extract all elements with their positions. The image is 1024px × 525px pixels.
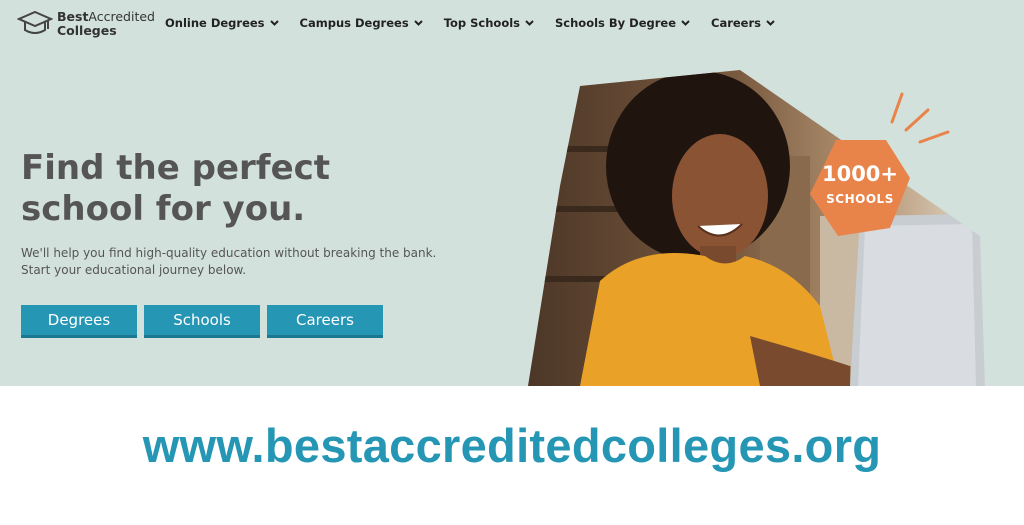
main-menu: Online Degrees Campus Degrees Top School… (165, 16, 796, 30)
hero-headline: Find the perfect school for you. (21, 148, 441, 230)
schools-button[interactable]: Schools (144, 305, 260, 338)
top-nav: BestAccredited Colleges Online Degrees C… (0, 0, 1024, 46)
logo-word-accredited: Accredited (88, 9, 155, 24)
menu-careers[interactable]: Careers (711, 16, 775, 30)
schools-count-badge (810, 140, 910, 236)
careers-button[interactable]: Careers (267, 305, 383, 338)
hero-subtext: We'll help you find high-quality educati… (21, 246, 437, 277)
menu-label: Campus Degrees (299, 16, 409, 30)
menu-label: Online Degrees (165, 16, 265, 30)
menu-label: Schools By Degree (555, 16, 677, 30)
chevron-down-icon (413, 20, 423, 26)
menu-label: Careers (711, 16, 762, 30)
chevron-down-icon (269, 20, 279, 26)
logo-text: BestAccredited Colleges (57, 10, 155, 38)
badge-count: 1000+ (821, 162, 899, 186)
menu-top-schools[interactable]: Top Schools (444, 16, 534, 30)
graduation-cap-icon (17, 10, 53, 34)
logo-word-best: Best (57, 9, 89, 24)
hero-section: BestAccredited Colleges Online Degrees C… (0, 0, 1024, 386)
menu-online-degrees[interactable]: Online Degrees (165, 16, 279, 30)
hero-buttons: Degrees Schools Careers (21, 305, 390, 338)
degrees-button[interactable]: Degrees (21, 305, 137, 338)
chevron-down-icon (681, 20, 690, 26)
menu-schools-by-degree[interactable]: Schools By Degree (555, 16, 690, 30)
logo-word-colleges: Colleges (57, 23, 117, 38)
chevron-down-icon (525, 20, 534, 26)
menu-campus-degrees[interactable]: Campus Degrees (300, 16, 423, 30)
menu-label: Top Schools (443, 16, 521, 30)
headline-line-2: school for you. (21, 189, 306, 229)
headline-line-1: Find the perfect (21, 148, 331, 188)
logo[interactable]: BestAccredited Colleges (17, 8, 155, 40)
chevron-down-icon (766, 20, 775, 26)
badge-label: SCHOOLS (826, 192, 894, 206)
website-url: www.bestaccreditedcolleges.org (142, 419, 882, 472)
